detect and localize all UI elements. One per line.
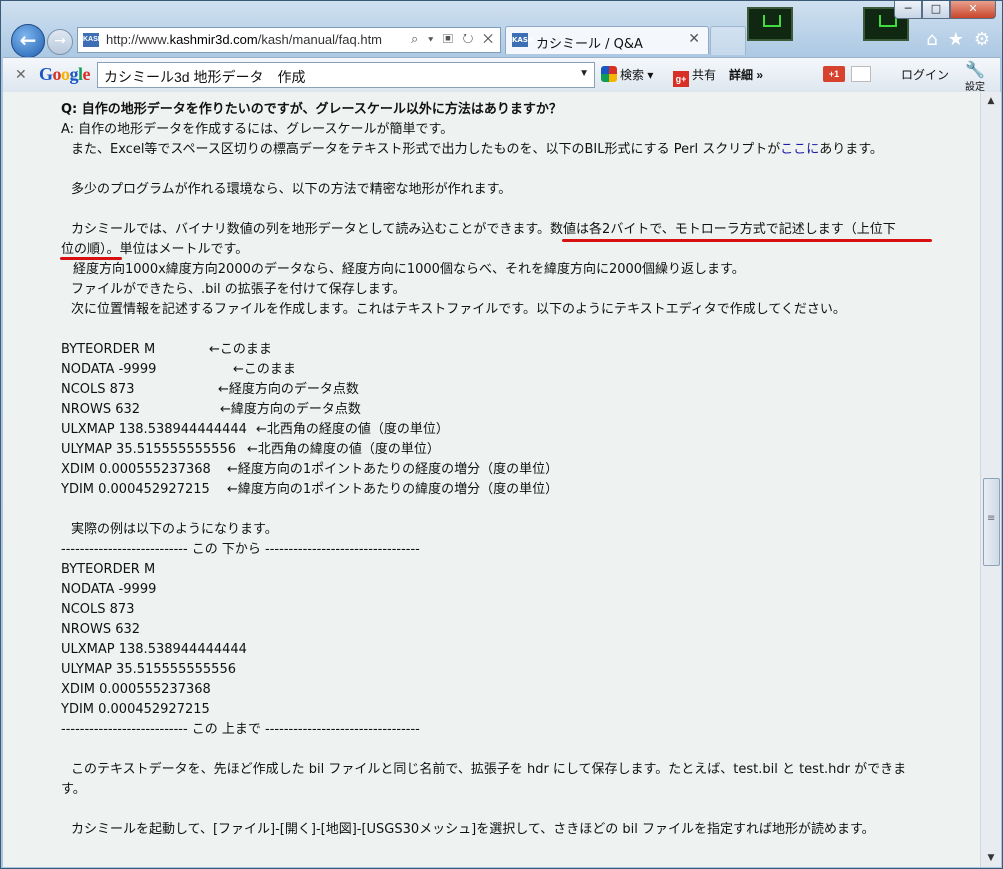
google-search-value: カシミール3d 地形データ 作成 xyxy=(104,69,306,85)
google-plus-icon: g+ xyxy=(673,71,689,87)
navigation-bar: ← → KASH http://www.kashmir3d.com/kash/m… xyxy=(7,23,996,58)
address-bar[interactable]: KASH http://www.kashmir3d.com/kash/manua… xyxy=(77,27,501,53)
separator-end: --------------------------- この 上まで -----… xyxy=(61,722,420,737)
plus-one-button[interactable]: +1 xyxy=(823,66,845,82)
example-intro: 実際の例は以下のようになります。 xyxy=(71,522,278,537)
example-row: XDIM 0.000555237368 xyxy=(61,682,211,697)
caption-buttons: ─ □ ✕ xyxy=(894,1,996,19)
favorites-star-icon[interactable]: ★ xyxy=(948,29,964,50)
paragraph-save: ファイルができたら、.bil の拡張子を付けて保存します。 xyxy=(71,282,406,297)
example-row: BYTEORDER M xyxy=(61,562,156,577)
more-button[interactable]: 詳細 » xyxy=(729,66,763,83)
vertical-scrollbar[interactable]: ▲ ▼ xyxy=(980,92,1001,867)
tab-close-icon[interactable]: ✕ xyxy=(688,31,700,47)
browser-actions: ⌂ ★ ⚙ xyxy=(926,29,990,50)
paragraph-hdr-save-line2: す。 xyxy=(61,782,86,797)
back-button[interactable]: ← xyxy=(11,24,45,58)
tab-favicon-icon: KASH xyxy=(512,33,534,47)
toolbar-close-icon[interactable]: ✕ xyxy=(15,66,27,83)
paragraph-hdr-save-line1: このテキストデータを、先ほど作成した bil ファイルと同じ名前で、拡張子を h… xyxy=(71,762,907,777)
paragraph-perl-script: また、Excel等でスペース区切りの標高データをテキスト形式で出力したものを、以… xyxy=(71,142,883,157)
new-tab-button[interactable] xyxy=(710,26,746,55)
header-spec-list: BYTEORDER M ←このまま NODATA -9999 ←このまま NCOLS… xyxy=(61,340,966,500)
example-row: ULXMAP 138.538944444444 xyxy=(61,642,247,657)
faq-article: Q: 自作の地形データを作りたいのですが、グレースケール以外に方法はありますか？… xyxy=(61,100,966,840)
address-action-icons[interactable]: ⌕ ▾ ▣ ↻ ✕ xyxy=(411,31,496,47)
question-heading: Q: 自作の地形データを作りたいのですが、グレースケール以外に方法はありますか？ xyxy=(61,102,562,117)
google-search-button[interactable]: 検索 ▾ xyxy=(601,66,653,83)
plus-one-count xyxy=(851,66,871,82)
paragraph-binary-line2: 位の順）。単位はメートルです。 xyxy=(61,242,249,257)
share-button[interactable]: g+ 共有 xyxy=(673,66,716,87)
page-content: Q: 自作の地形データを作りたいのですが、グレースケール以外に方法はありますか？… xyxy=(3,92,980,867)
example-row: ULYMAP 35.515555555556 xyxy=(61,662,236,677)
paragraph-header-file: 次に位置情報を記述するファイルを作成します。これはテキストファイルです。以下のよ… xyxy=(71,302,846,317)
example-row: NROWS 632 xyxy=(61,622,141,637)
example-header-list: BYTEORDER M NODATA -9999 NCOLS 873 NROWS… xyxy=(61,560,966,720)
example-row: NODATA -9999 xyxy=(61,582,157,597)
tab-qa[interactable]: KASH カシミール / Q&A ✕ xyxy=(505,26,709,54)
header-spec-row: BYTEORDER M ←このまま xyxy=(61,342,272,357)
tools-gear-icon[interactable]: ⚙ xyxy=(974,29,990,50)
header-spec-row: ULXMAP 138.538944444444 ←北西角の経度の値（度の単位） xyxy=(61,422,449,437)
tab-title: カシミール / Q&A xyxy=(536,37,643,52)
paragraph-open-file: カシミールを起動して、[ファイル]-[開く]-[地図]-[USGS30メッシュ]… xyxy=(71,822,875,837)
google-icon xyxy=(601,66,617,82)
minimize-button[interactable]: ─ xyxy=(894,1,922,19)
header-spec-row: NODATA -9999 ←このまま xyxy=(61,362,296,377)
scrollbar-thumb[interactable] xyxy=(983,478,1000,566)
paragraph-program: 多少のプログラムが作れる環境なら、以下の方法で精密な地形が作れます。 xyxy=(71,182,512,197)
example-row: NCOLS 873 xyxy=(61,602,135,617)
scroll-up-arrow-icon[interactable]: ▲ xyxy=(981,92,1001,110)
chevron-down-icon[interactable]: ▼ xyxy=(579,68,589,79)
google-toolbar: ✕ Google カシミール3d 地形データ 作成 ▼ 検索 ▾ g+ 共有 詳細… xyxy=(3,57,1000,93)
perl-script-link[interactable]: ここに xyxy=(780,142,819,157)
login-button[interactable]: ログイン xyxy=(901,66,949,83)
separator-start: --------------------------- この 下から -----… xyxy=(61,542,420,557)
google-search-input[interactable]: カシミール3d 地形データ 作成 ▼ xyxy=(97,62,595,88)
maximize-button[interactable]: □ xyxy=(922,1,950,19)
browser-window: ─ □ ✕ ← → KASH http://www.kashmir3d.com/… xyxy=(0,0,1003,869)
site-favicon-icon: KASH xyxy=(83,33,103,47)
header-spec-row: NROWS 632 ←緯度方向のデータ点数 xyxy=(61,402,361,417)
example-row: YDIM 0.000452927215 xyxy=(61,702,210,717)
header-spec-row: ULYMAP 35.515555555556 ←北西角の緯度の値（度の単位） xyxy=(61,442,440,457)
paragraph-binary-line1: カシミールでは、バイナリ数値の列を地形データとして読み込むことができます。数値は… xyxy=(71,222,896,237)
scroll-down-arrow-icon[interactable]: ▼ xyxy=(981,849,1001,867)
home-icon[interactable]: ⌂ xyxy=(926,29,937,50)
paragraph-order: 経度方向1000x緯度方向2000のデータなら、経度方向に1000個ならべ、それ… xyxy=(73,262,745,277)
address-url[interactable]: http://www.kashmir3d.com/kash/manual/faq… xyxy=(106,32,382,47)
settings-wrench-icon[interactable]: 🔧 設定 xyxy=(961,60,989,93)
close-button[interactable]: ✕ xyxy=(950,1,996,19)
header-spec-row: YDIM 0.000452927215 ←緯度方向の1ポイントあたりの緯度の増分（… xyxy=(61,482,559,497)
answer-intro: A: 自作の地形データを作成するには、グレースケールが簡単です。 xyxy=(61,122,454,137)
header-spec-row: NCOLS 873 ←経度方向のデータ点数 xyxy=(61,382,359,397)
header-spec-row: XDIM 0.000555237368 ←経度方向の1ポイントあたりの経度の増分（… xyxy=(61,462,559,477)
settings-label: 設定 xyxy=(965,82,985,93)
google-logo: Google xyxy=(39,64,91,84)
forward-button[interactable]: → xyxy=(47,29,73,55)
